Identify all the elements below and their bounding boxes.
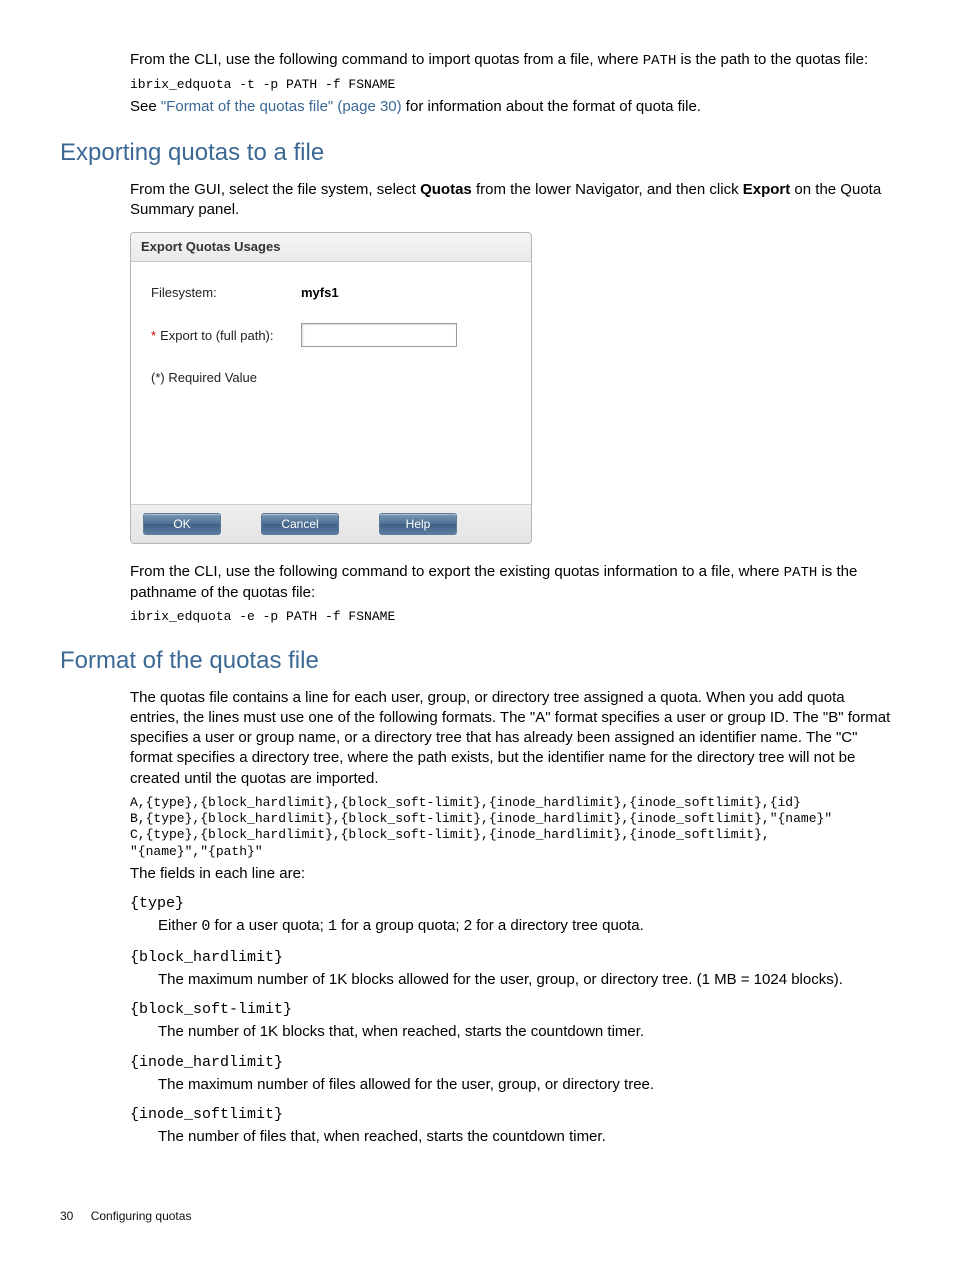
see-paragraph: See "Format of the quotas file" (page 30… — [130, 97, 894, 117]
text: for information about the format of quot… — [402, 98, 701, 115]
intro-paragraph: From the CLI, use the following command … — [130, 50, 894, 71]
text: Either — [158, 917, 201, 934]
dialog-button-bar: OK Cancel Help — [131, 504, 531, 543]
heading-exporting-quotas: Exporting quotas to a file — [60, 137, 894, 169]
def-inode-hardlimit: The maximum number of files allowed for … — [158, 1075, 894, 1095]
value-filesystem: myfs1 — [301, 284, 339, 302]
bold-quotas: Quotas — [420, 181, 472, 198]
text: for a group quota; 2 for a directory tre… — [337, 917, 644, 934]
literal-one: 1 — [328, 918, 337, 935]
text: for a user quota; — [210, 917, 328, 934]
term-inode-softlimit: {inode_softlimit} — [130, 1105, 894, 1125]
text: from the lower Navigator, and then click — [472, 181, 743, 198]
link-format-quotas-file[interactable]: "Format of the quotas file" (page 30) — [161, 98, 402, 115]
path-placeholder: PATH — [784, 565, 818, 581]
term-block-hardlimit: {block_hardlimit} — [130, 948, 894, 968]
required-star-icon: * — [151, 328, 156, 343]
exporting-cli-paragraph: From the CLI, use the following command … — [130, 562, 894, 603]
label-export-path: * Export to (full path): — [151, 327, 301, 345]
term-block-softlimit: {block_soft-limit} — [130, 1000, 894, 1020]
format-intro-paragraph: The quotas file contains a line for each… — [130, 688, 894, 789]
heading-format-quotas-file: Format of the quotas file — [60, 645, 894, 677]
chapter-name: Configuring quotas — [91, 1209, 192, 1223]
ok-button[interactable]: OK — [143, 513, 221, 535]
text: is the path to the quotas file: — [676, 51, 868, 68]
required-value-note: (*) Required Value — [151, 369, 511, 387]
text: Export to (full path): — [160, 328, 273, 343]
cli-command-export: ibrix_edquota -e -p PATH -f FSNAME — [130, 609, 894, 625]
page-footer: 30 Configuring quotas — [60, 1208, 894, 1224]
page-number: 30 — [60, 1209, 73, 1223]
row-filesystem: Filesystem: myfs1 — [151, 284, 511, 302]
format-code-block: A,{type},{block_hardlimit},{block_soft-l… — [130, 795, 894, 860]
def-block-hardlimit: The maximum number of 1K blocks allowed … — [158, 970, 894, 990]
path-placeholder: PATH — [643, 53, 677, 69]
fields-intro: The fields in each line are: — [130, 864, 894, 884]
label-filesystem: Filesystem: — [151, 284, 301, 302]
exporting-gui-paragraph: From the GUI, select the file system, se… — [130, 180, 894, 221]
def-inode-softlimit: The number of files that, when reached, … — [158, 1127, 894, 1147]
text: See — [130, 98, 161, 115]
cli-command-import: ibrix_edquota -t -p PATH -f FSNAME — [130, 77, 894, 93]
text: From the CLI, use the following command … — [130, 51, 643, 68]
help-button[interactable]: Help — [379, 513, 457, 535]
cancel-button[interactable]: Cancel — [261, 513, 339, 535]
term-inode-hardlimit: {inode_hardlimit} — [130, 1053, 894, 1073]
def-type: Either 0 for a user quota; 1 for a group… — [158, 916, 894, 937]
row-export-path: * Export to (full path): — [151, 323, 511, 347]
text: From the GUI, select the file system, se… — [130, 181, 420, 198]
def-block-softlimit: The number of 1K blocks that, when reach… — [158, 1022, 894, 1042]
input-export-path[interactable] — [301, 323, 457, 347]
text: From the CLI, use the following command … — [130, 563, 784, 580]
dialog-title: Export Quotas Usages — [131, 233, 531, 262]
export-quotas-dialog: Export Quotas Usages Filesystem: myfs1 *… — [130, 232, 532, 544]
bold-export: Export — [743, 181, 791, 198]
term-type: {type} — [130, 894, 894, 914]
